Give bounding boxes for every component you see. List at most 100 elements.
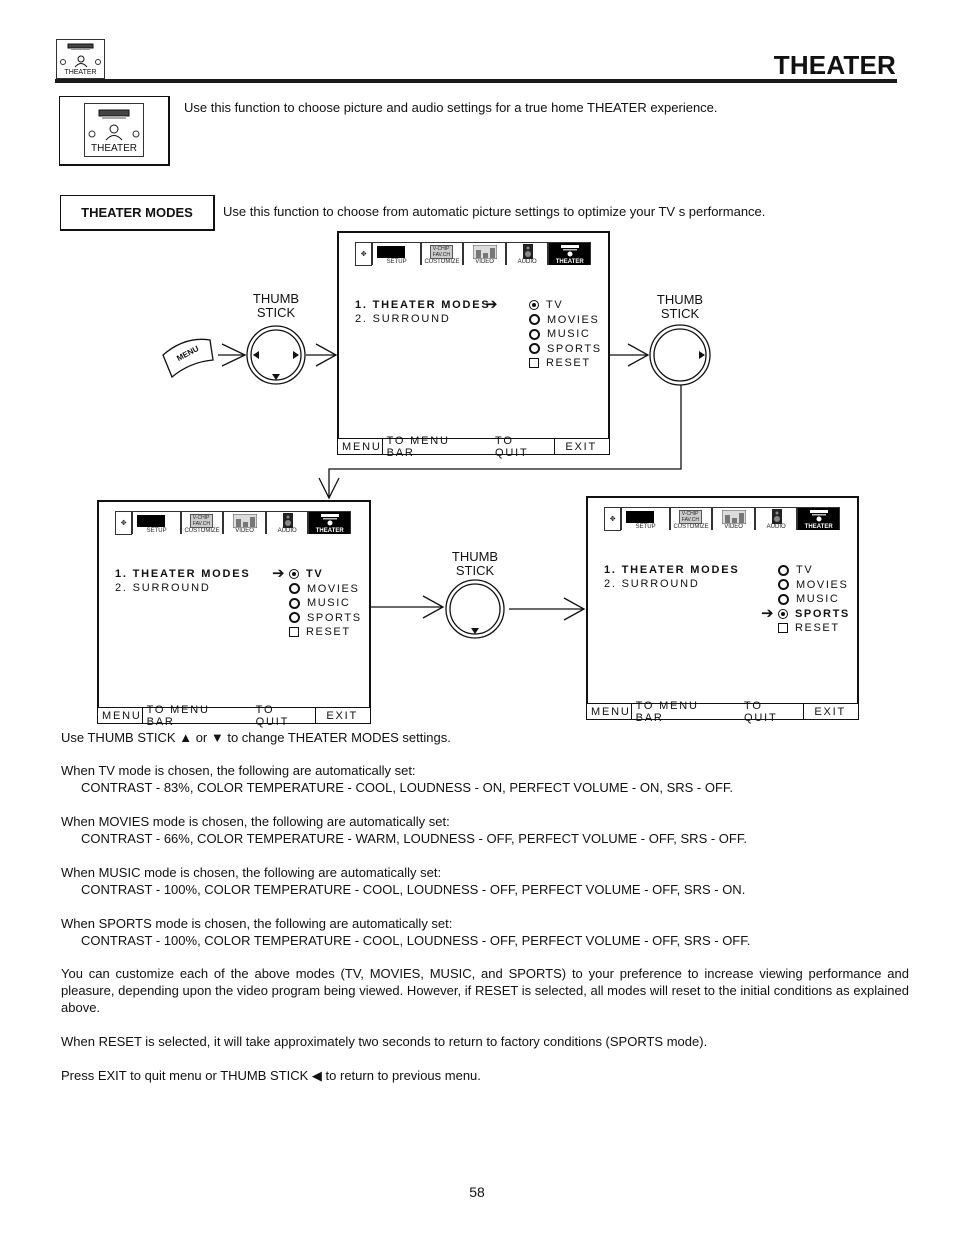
reset-paragraph: When RESET is selected, it will take app… [61,1034,708,1049]
menu-tab-audio[interactable]: AUDIO [265,511,309,534]
thumb-stick-label: THUMB STICK [451,549,499,578]
video-bars-icon [473,245,498,259]
tv-menu-screen: ✥ SETUP V-CHIP FAV.CH CUSTOMIZE VIDEO AUDIO THE… [586,496,859,724]
menu-tab-customize[interactable]: V-CHIP FAV.CH CUSTOMIZE [669,507,713,530]
menu-bar: ✥ SETUP V-CHIP FAV.CH CUSTOMIZE VIDEO AUDIO THE… [355,242,591,266]
flow-arrow [509,597,586,621]
nav-arrows-icon: ✥ [115,511,133,535]
flow-arrow [218,343,247,367]
customize-icon: V-CHIP FAV.CH [189,514,214,528]
footer-menu: MENU [98,708,143,723]
option-reset[interactable]: RESET [289,626,351,638]
thumb-down-arrow-icon [471,628,479,634]
menu-item[interactable]: 2. SURROUND [115,582,211,594]
footer-to-menu-bar: TO MENU BAR [386,434,450,459]
pointer-arrow-icon: ➔ [485,296,498,313]
radio-icon [778,593,789,605]
tv-mode-settings: CONTRAST - 83%, COLOR TEMPERATURE - COOL… [81,780,734,795]
option-music[interactable]: MUSIC [778,593,839,605]
exit-paragraph: Press EXIT to quit menu or THUMB STICK ◀… [61,1068,481,1083]
menu-bar: ✥ SETUP V-CHIP FAV.CH CUSTOMIZE VIDEO AUDIO THE… [115,511,351,535]
speaker-icon [282,513,293,528]
footer-menu: MENU [587,704,632,719]
menu-item[interactable]: 1. THEATER MODES [115,568,251,580]
option-tv[interactable]: TV [529,299,563,311]
page-number: 58 [469,1184,485,1200]
option-tv[interactable]: TV [778,564,813,576]
menu-tab-video[interactable]: VIDEO [463,242,506,265]
option-sports[interactable]: SPORTS [778,608,850,620]
menu-tab-theater[interactable]: THEATER [308,511,351,534]
footer-to-menu-bar: TO MENU BAR [146,703,210,728]
movies-mode-settings: CONTRAST - 66%, COLOR TEMPERATURE - WARM… [81,831,747,846]
option-movies[interactable]: MOVIES [778,579,848,591]
option-reset[interactable]: RESET [529,357,591,369]
menu-tab-customize[interactable]: V-CHIP FAV.CH CUSTOMIZE [420,242,464,265]
radio-icon [529,314,540,325]
menu-footer-bar: MENU TO MENU BAR TO QUIT EXIT [586,699,859,724]
customize-paragraph: You can customize each of the above mode… [61,966,909,1015]
checkbox-icon [529,358,539,368]
menu-tab-video[interactable]: VIDEO [223,511,266,534]
checkbox-icon [778,623,788,633]
footer-exit: EXIT [315,708,370,723]
radio-icon [778,564,789,576]
menu-tab-audio[interactable]: AUDIO [505,242,549,265]
menu-item[interactable]: 1. THEATER MODES [355,299,491,311]
video-bars-icon [722,510,747,524]
radio-icon [289,597,300,609]
flow-arrow [370,595,445,619]
usage-text: Use THUMB STICK ▲ or ▼ to change THEATER… [61,730,451,745]
radio-icon [778,608,788,619]
menu-item[interactable]: 1. THEATER MODES [604,564,740,576]
menu-tab-audio[interactable]: AUDIO [754,507,798,530]
menu-item[interactable]: 2. SURROUND [355,313,451,325]
footer-to-menu-bar: TO MENU BAR [635,699,699,724]
menu-tab-video[interactable]: VIDEO [712,507,755,530]
menu-tab-setup[interactable]: SETUP [132,511,181,534]
option-sports[interactable]: SPORTS [289,612,362,624]
option-reset[interactable]: RESET [778,622,840,634]
radio-icon [289,569,299,579]
radio-icon [529,343,540,354]
menu-footer-bar: MENU TO MENU BAR TO QUIT EXIT [337,434,610,459]
thumb-left-arrow-icon [253,351,259,359]
flow-arrow [306,343,338,367]
radio-icon [529,328,540,340]
option-movies[interactable]: MOVIES [529,314,599,326]
video-bars-icon [233,514,258,528]
option-movies[interactable]: MOVIES [289,583,359,595]
thumb-right-arrow-icon [293,351,299,359]
menu-tab-setup[interactable]: SETUP [621,507,670,530]
menu-tab-theater[interactable]: THEATER [797,507,840,530]
nav-arrows-icon: ✥ [355,242,373,266]
thumb-down-arrow-icon [272,374,280,380]
tv-menu-screen: ✥ SETUP V-CHIP FAV.CH CUSTOMIZE VIDEO AUDIO THE… [97,500,371,728]
flow-arrow [608,343,650,367]
option-sports[interactable]: SPORTS [529,343,602,355]
setup-tv-icon [377,246,406,258]
radio-icon [289,612,300,623]
music-mode-settings: CONTRAST - 100%, COLOR TEMPERATURE - COO… [81,882,746,897]
music-mode-intro: When MUSIC mode is chosen, the following… [61,865,442,880]
menu-item[interactable]: 2. SURROUND [604,578,700,590]
nav-arrows-icon: ✥ [604,507,622,531]
menu-tab-setup[interactable]: SETUP [372,242,421,265]
footer-exit: EXIT [803,704,858,719]
footer-to-quit: TO QUIT [495,434,529,459]
option-music[interactable]: MUSIC [289,597,350,609]
checkbox-icon [289,627,299,637]
theater-tab-icon [321,514,340,526]
option-music[interactable]: MUSIC [529,328,590,340]
speaker-icon [771,509,782,524]
footer-to-quit: TO QUIT [255,703,290,728]
thumb-stick-label: THUMB STICK [252,291,300,320]
option-tv[interactable]: TV [289,568,323,580]
menu-footer-bar: MENU TO MENU BAR TO QUIT EXIT [97,703,371,728]
theater-tab-icon [561,245,580,257]
setup-tv-icon [626,511,655,523]
setup-tv-icon [137,515,166,527]
menu-tab-theater[interactable]: THEATER [548,242,591,265]
menu-tab-customize[interactable]: V-CHIP FAV.CH CUSTOMIZE [180,511,224,534]
radio-icon [778,579,789,590]
